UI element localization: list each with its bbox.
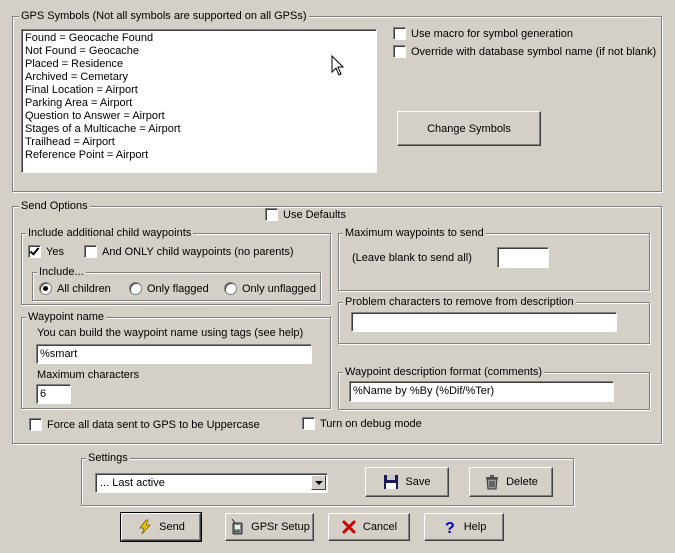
list-item[interactable]: Reference Point = Airport: [25, 149, 373, 162]
settings-legend: Settings: [86, 452, 130, 465]
max-characters-label: Maximum characters: [37, 369, 140, 381]
max-waypoints-input[interactable]: [497, 247, 549, 268]
change-symbols-label: Change Symbols: [427, 122, 511, 135]
only-child-box[interactable]: [84, 245, 97, 258]
override-symbol-box[interactable]: [393, 45, 406, 58]
list-item[interactable]: Trailhead = Airport: [25, 136, 373, 149]
debug-mode-label: Turn on debug mode: [320, 417, 422, 430]
list-item[interactable]: Parking Area = Airport: [25, 97, 373, 110]
gps-symbols-legend: GPS Symbols (Not all symbols are support…: [19, 10, 309, 23]
desc-format-input[interactable]: %Name by %By (%Dif/%Ter): [349, 381, 614, 402]
cancel-button[interactable]: Cancel: [328, 513, 410, 541]
use-macro-label: Use macro for symbol generation: [411, 27, 574, 40]
max-waypoints-legend: Maximum waypoints to send: [343, 227, 486, 240]
send-label: Send: [159, 521, 185, 533]
list-item[interactable]: Not Found = Geocache: [25, 45, 373, 58]
uppercase-label: Force all data sent to GPS to be Upperca…: [47, 418, 260, 431]
max-waypoints-hint: (Leave blank to send all): [352, 252, 472, 264]
save-button[interactable]: Save: [365, 467, 449, 497]
gps-device-icon: [231, 519, 243, 535]
list-item[interactable]: Stages of a Multicache = Airport: [25, 123, 373, 136]
save-label: Save: [405, 476, 431, 488]
waypoint-name-hint: You can build the waypoint name using ta…: [37, 327, 304, 339]
trash-can-icon: [486, 475, 499, 490]
radio-all-children-label: All children: [57, 282, 111, 295]
only-child-label: And ONLY child waypoints (no parents): [102, 245, 294, 258]
svg-text:?: ?: [445, 520, 455, 535]
waypoint-name-legend: Waypoint name: [26, 311, 107, 324]
change-symbols-button[interactable]: Change Symbols: [397, 111, 541, 146]
uppercase-checkbox[interactable]: Force all data sent to GPS to be Upperca…: [29, 418, 260, 431]
child-yes-checkbox[interactable]: Yes: [28, 245, 64, 258]
uppercase-box[interactable]: [29, 418, 42, 431]
help-button[interactable]: ? Help: [424, 513, 504, 541]
radio-only-flagged[interactable]: Only flagged: [129, 282, 209, 295]
debug-mode-box[interactable]: [302, 417, 315, 430]
waypoint-name-input[interactable]: %smart: [36, 344, 312, 364]
settings-dropdown-value: ... Last active: [100, 477, 165, 489]
only-child-checkbox[interactable]: And ONLY child waypoints (no parents): [84, 245, 294, 258]
delete-label: Delete: [506, 476, 538, 488]
floppy-disk-icon: [384, 475, 399, 489]
radio-all-children[interactable]: All children: [39, 282, 111, 295]
gpsr-setup-button[interactable]: GPSr Setup: [225, 513, 314, 541]
use-defaults-box[interactable]: [265, 208, 278, 221]
include-legend: Include...: [37, 266, 86, 279]
lightning-icon: [139, 519, 152, 535]
child-waypoints-legend: Include additional child waypoints: [26, 227, 194, 240]
problem-chars-legend: Problem characters to remove from descri…: [343, 296, 576, 309]
list-item[interactable]: Final Location = Airport: [25, 84, 373, 97]
use-macro-box[interactable]: [393, 27, 406, 40]
list-item[interactable]: Found = Geocache Found: [25, 32, 373, 45]
radio-only-unflagged-dot[interactable]: [224, 282, 237, 295]
debug-mode-checkbox[interactable]: Turn on debug mode: [302, 417, 422, 430]
radio-only-flagged-label: Only flagged: [147, 282, 209, 295]
desc-format-legend: Waypoint description format (comments): [343, 366, 545, 379]
send-button[interactable]: Send: [120, 512, 202, 542]
question-mark-icon: ?: [445, 520, 455, 535]
chevron-down-icon[interactable]: [311, 475, 326, 490]
settings-dropdown[interactable]: ... Last active: [95, 473, 328, 493]
delete-button[interactable]: Delete: [469, 467, 553, 497]
radio-all-children-dot[interactable]: [39, 282, 52, 295]
mouse-pointer-icon: [331, 55, 345, 76]
use-defaults-checkbox[interactable]: Use Defaults: [265, 208, 346, 221]
list-item[interactable]: Question to Answer = Airport: [25, 110, 373, 123]
cancel-label: Cancel: [362, 521, 398, 533]
radio-only-unflagged[interactable]: Only unflagged: [224, 282, 316, 295]
use-defaults-label: Use Defaults: [283, 208, 346, 221]
child-yes-box[interactable]: [28, 245, 41, 258]
override-symbol-checkbox[interactable]: Override with database symbol name (if n…: [393, 45, 656, 58]
help-label: Help: [463, 521, 487, 533]
radio-only-unflagged-label: Only unflagged: [242, 282, 316, 295]
list-item[interactable]: Archived = Cemetary: [25, 71, 373, 84]
child-yes-label: Yes: [46, 245, 64, 258]
gpsr-setup-label: GPSr Setup: [251, 521, 310, 533]
send-options-legend: Send Options: [19, 200, 90, 213]
radio-only-flagged-dot[interactable]: [129, 282, 142, 295]
list-item[interactable]: Placed = Residence: [25, 58, 373, 71]
override-symbol-label: Override with database symbol name (if n…: [411, 45, 657, 58]
max-characters-input[interactable]: 6: [36, 384, 71, 404]
gps-symbols-list[interactable]: Found = Geocache Found Not Found = Geocac…: [21, 29, 377, 173]
use-macro-checkbox[interactable]: Use macro for symbol generation: [393, 27, 573, 40]
x-icon: [342, 520, 356, 534]
problem-chars-input[interactable]: [351, 312, 617, 332]
